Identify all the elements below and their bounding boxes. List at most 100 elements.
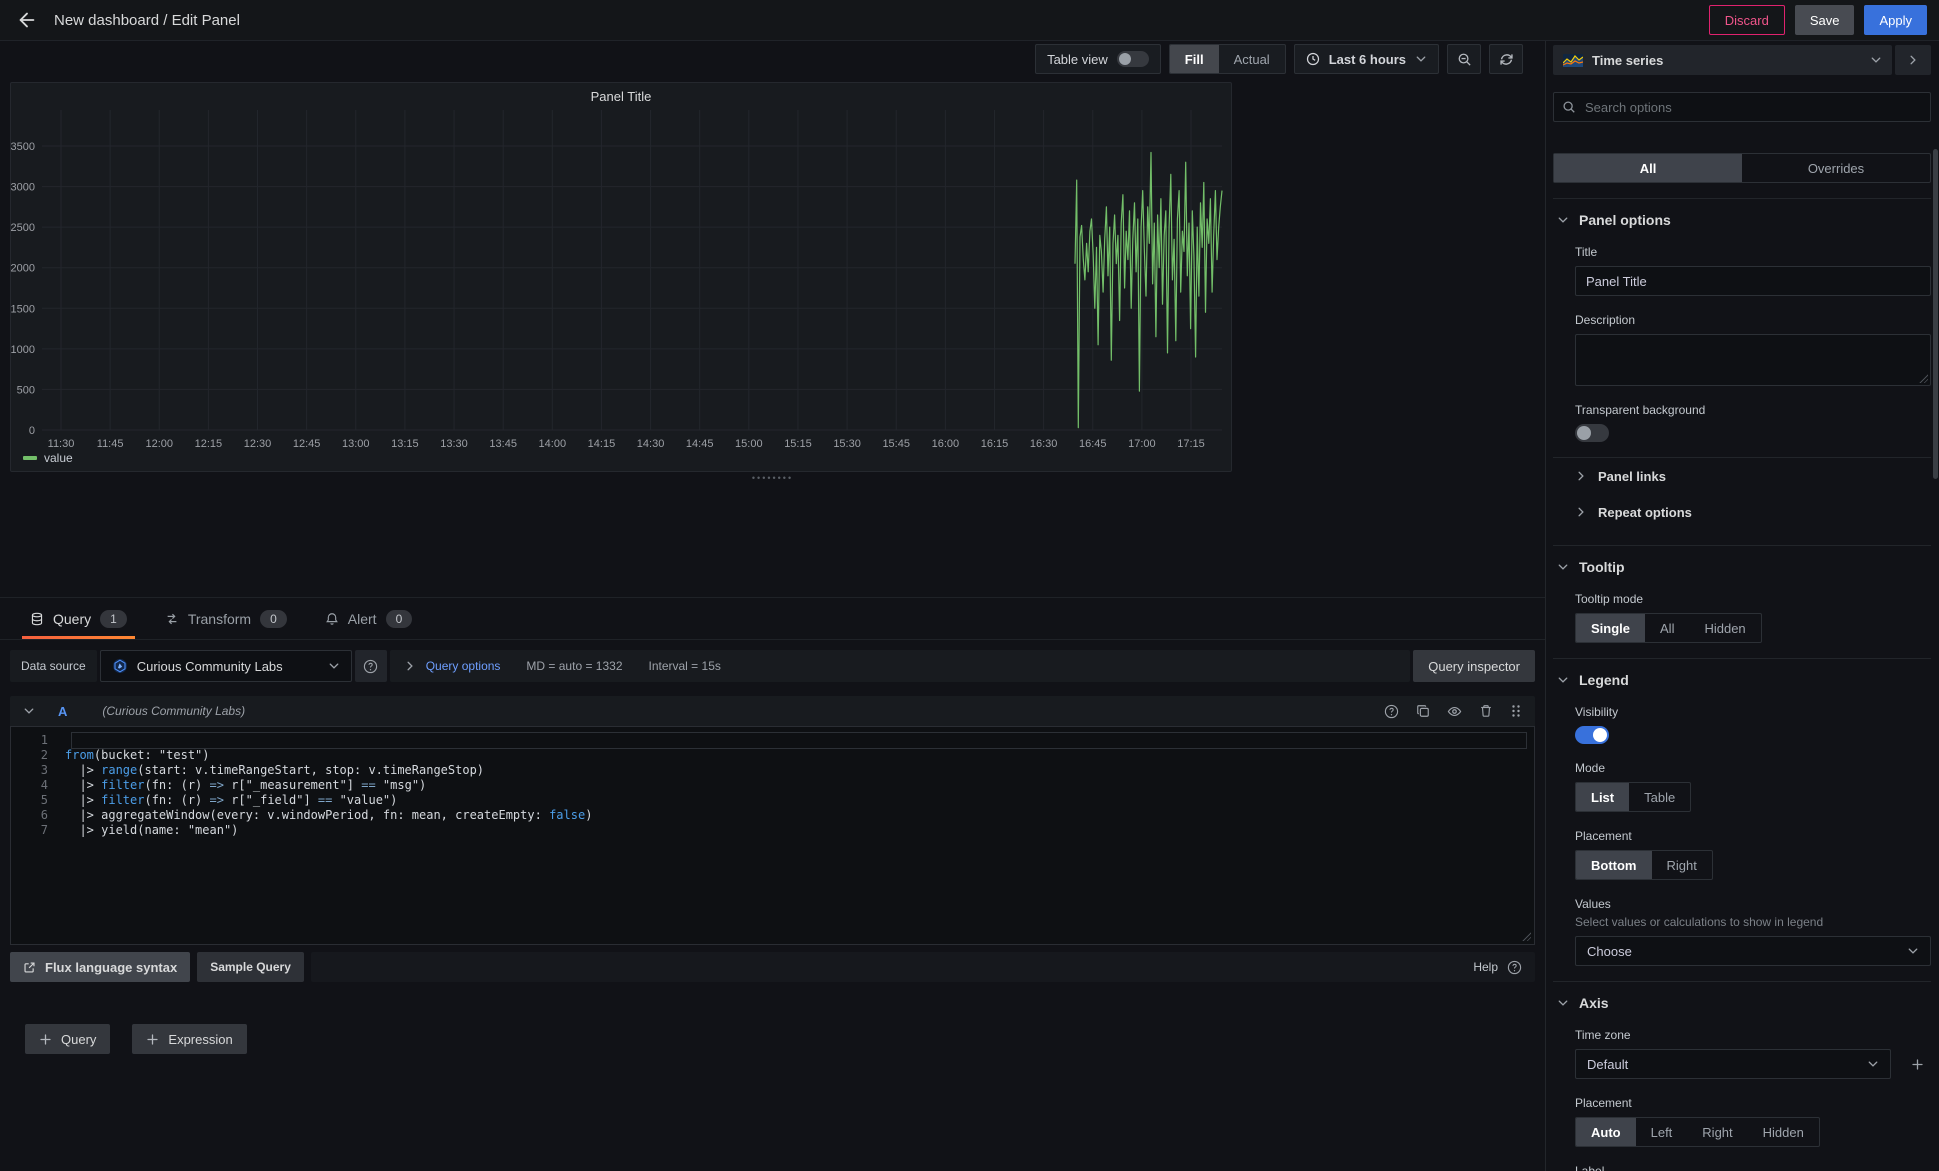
tab-alert[interactable]: Alert 0	[325, 610, 412, 639]
legend-right-option[interactable]: Right	[1652, 851, 1712, 879]
svg-text:14:15: 14:15	[588, 438, 616, 449]
external-link-icon	[23, 961, 36, 974]
chart: 11:3011:4512:0012:1512:3012:4513:0013:15…	[11, 83, 1233, 449]
code-line[interactable]: 2from(bucket: "test")	[11, 748, 1534, 763]
plus-icon	[1911, 1058, 1924, 1071]
description-label: Description	[1575, 313, 1931, 327]
duplicate-icon[interactable]	[1416, 704, 1430, 718]
code-line[interactable]: 3 |> range(start: v.timeRangeStart, stop…	[11, 763, 1534, 778]
chevron-down-icon	[1557, 674, 1569, 686]
legend-values-select[interactable]: Choose	[1575, 936, 1931, 966]
query-options-link[interactable]: Query options	[426, 659, 501, 673]
datasource-picker[interactable]: Curious Community Labs	[100, 650, 352, 682]
help-icon[interactable]	[1384, 704, 1399, 719]
add-timezone-button[interactable]	[1903, 1049, 1931, 1079]
svg-text:3500: 3500	[11, 141, 35, 153]
svg-text:12:15: 12:15	[195, 438, 223, 449]
section-legend[interactable]: Legend	[1553, 672, 1931, 688]
code-line[interactable]: 7 |> yield(name: "mean")	[11, 823, 1534, 838]
sample-query-button[interactable]: Sample Query	[197, 952, 304, 982]
section-tooltip[interactable]: Tooltip	[1553, 559, 1931, 575]
section-panel-options[interactable]: Panel options	[1553, 212, 1931, 228]
delete-icon[interactable]	[1479, 704, 1493, 718]
apply-button[interactable]: Apply	[1864, 5, 1927, 35]
description-textarea[interactable]	[1575, 334, 1931, 386]
transparent-background-toggle[interactable]	[1575, 424, 1609, 442]
code-line[interactable]: 4 |> filter(fn: (r) => r["_measurement"]…	[11, 778, 1534, 793]
axis-placement-label: Placement	[1575, 1096, 1931, 1110]
discard-button[interactable]: Discard	[1709, 5, 1785, 35]
add-query-button[interactable]: Query	[25, 1024, 110, 1054]
axis-left-option[interactable]: Left	[1636, 1118, 1688, 1146]
tooltip-single-option[interactable]: Single	[1576, 614, 1645, 642]
svg-text:14:30: 14:30	[637, 438, 665, 449]
search-options-input[interactable]	[1553, 92, 1931, 122]
legend-visibility-toggle[interactable]	[1575, 726, 1609, 744]
code-line[interactable]: 5 |> filter(fn: (r) => r["_field"] == "v…	[11, 793, 1534, 808]
textarea-resize-handle[interactable]	[1918, 373, 1928, 383]
actual-option[interactable]: Actual	[1219, 45, 1285, 73]
plus-icon	[146, 1033, 159, 1046]
query-ref-id[interactable]: A	[58, 704, 67, 719]
zoom-out-button[interactable]	[1447, 44, 1481, 74]
tooltip-all-option[interactable]: All	[1645, 614, 1689, 642]
legend-table-option[interactable]: Table	[1629, 783, 1690, 811]
query-inspector-button[interactable]: Query inspector	[1413, 650, 1535, 682]
bell-icon	[325, 612, 339, 626]
axis-right-option[interactable]: Right	[1687, 1118, 1747, 1146]
axis-auto-option[interactable]: Auto	[1576, 1118, 1636, 1146]
toggle-visibility-icon[interactable]	[1447, 704, 1462, 719]
table-view-toggle[interactable]	[1117, 51, 1149, 67]
timezone-select[interactable]: Default	[1575, 1049, 1891, 1079]
query-options-bar: Query options MD = auto = 1332 Interval …	[390, 650, 1411, 682]
tooltip-mode-group: Single All Hidden	[1575, 613, 1762, 643]
save-button[interactable]: Save	[1795, 5, 1855, 35]
editor-resize-handle[interactable]	[1521, 931, 1531, 941]
legend-bottom-option[interactable]: Bottom	[1576, 851, 1652, 879]
collapse-options-pane-button[interactable]	[1895, 45, 1931, 75]
panel-links-section[interactable]: Panel links	[1553, 458, 1931, 494]
tab-transform[interactable]: Transform 0	[165, 610, 287, 639]
chevron-down-icon	[1907, 945, 1919, 957]
collapse-chevron-icon[interactable]	[23, 705, 35, 717]
code-line[interactable]: 6 |> aggregateWindow(every: v.windowPeri…	[11, 808, 1534, 823]
help-label[interactable]: Help	[1473, 960, 1498, 974]
drag-handle-icon[interactable]	[1510, 704, 1522, 718]
question-circle-icon[interactable]	[1507, 960, 1522, 975]
code-lines: 12from(bucket: "test")3 |> range(start: …	[11, 733, 1534, 838]
sidebar-scrollbar[interactable]	[1933, 149, 1938, 479]
tooltip-hidden-option[interactable]: Hidden	[1689, 614, 1760, 642]
svg-text:13:30: 13:30	[440, 438, 468, 449]
tab-transform-label: Transform	[188, 611, 251, 627]
legend-item[interactable]: value	[23, 451, 73, 465]
options-sidebar: Time series All Overrides Panel options …	[1545, 41, 1939, 1171]
repeat-options-section[interactable]: Repeat options	[1553, 494, 1931, 530]
code-line[interactable]: 1	[11, 733, 1534, 748]
transform-icon	[165, 612, 179, 626]
chevron-down-icon	[1557, 214, 1569, 226]
legend-mode-group: List Table	[1575, 782, 1691, 812]
time-range-picker[interactable]: Last 6 hours	[1294, 44, 1439, 74]
axis-hidden-option[interactable]: Hidden	[1748, 1118, 1819, 1146]
refresh-button[interactable]	[1489, 44, 1523, 74]
timeseries-viz-icon	[1563, 54, 1583, 67]
tab-query[interactable]: Query 1	[30, 610, 127, 639]
back-button[interactable]	[12, 5, 42, 35]
visualization-name: Time series	[1592, 53, 1663, 68]
tab-overrides[interactable]: Overrides	[1742, 154, 1930, 182]
flux-code-editor[interactable]: 12from(bucket: "test")3 |> range(start: …	[10, 726, 1535, 945]
section-axis[interactable]: Axis	[1553, 995, 1931, 1011]
datasource-help-button[interactable]	[355, 650, 387, 682]
visualization-picker[interactable]: Time series	[1553, 45, 1892, 75]
add-expression-button[interactable]: Expression	[132, 1024, 246, 1054]
options-filter-tabs: All Overrides	[1553, 153, 1931, 183]
svg-text:15:00: 15:00	[735, 438, 763, 449]
fill-option[interactable]: Fill	[1170, 45, 1219, 73]
legend-list-option[interactable]: List	[1576, 783, 1629, 811]
panel-title-input[interactable]	[1575, 266, 1931, 296]
zoom-out-icon	[1457, 52, 1472, 67]
pane-resize-handle[interactable]: ••••••••	[0, 474, 1545, 483]
flux-syntax-button[interactable]: Flux language syntax	[10, 952, 190, 982]
search-icon	[1562, 100, 1576, 114]
tab-all[interactable]: All	[1554, 154, 1742, 182]
